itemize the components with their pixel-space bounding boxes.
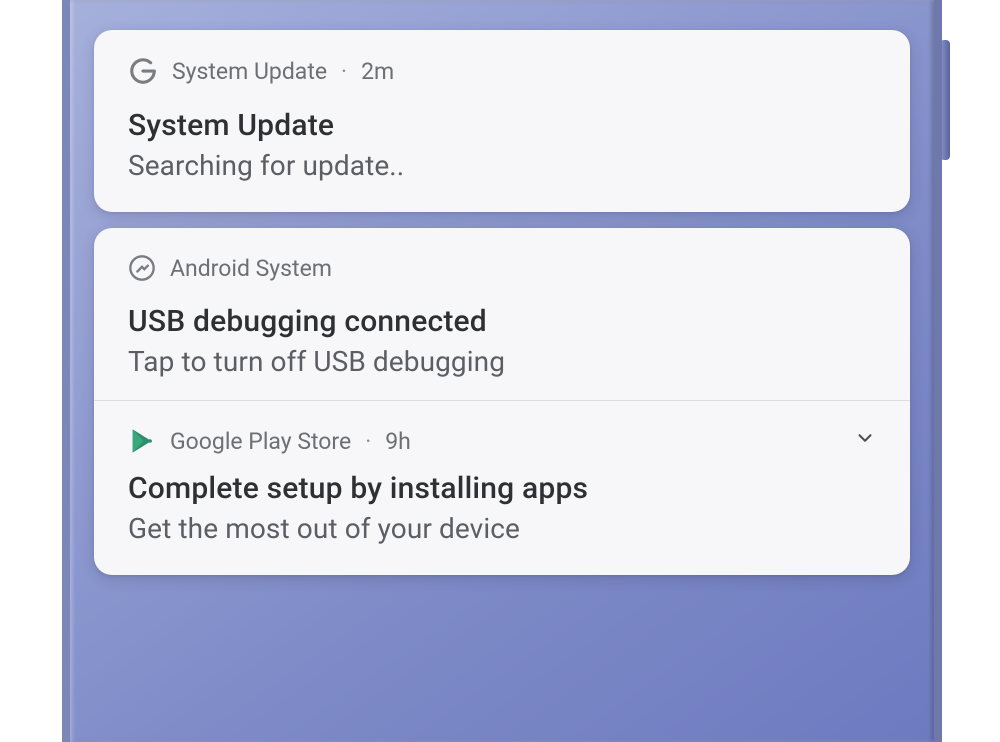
play-store-icon — [128, 427, 156, 455]
notification-card-system-update[interactable]: System Update · 2m System Update Searchi… — [94, 30, 910, 212]
notification-app-name: Android System — [170, 255, 332, 282]
notification-body: Get the most out of your device — [128, 512, 876, 545]
notification-divider — [94, 400, 910, 401]
notification-card-android-system[interactable]: Android System USB debugging connected T… — [128, 254, 876, 378]
notification-stack: System Update · 2m System Update Searchi… — [94, 30, 910, 575]
notification-app-name: System Update — [172, 58, 327, 85]
notification-header: Android System — [128, 254, 876, 282]
stage: System Update · 2m System Update Searchi… — [0, 0, 1000, 742]
notification-time: 9h — [385, 428, 411, 455]
notification-body: Searching for update.. — [128, 149, 876, 182]
notification-body: Tap to turn off USB debugging — [128, 345, 876, 378]
phone-frame: System Update · 2m System Update Searchi… — [62, 0, 942, 742]
notification-title: Complete setup by installing apps — [128, 471, 876, 506]
notification-card-group: Android System USB debugging connected T… — [94, 228, 910, 575]
separator-dot: · — [365, 428, 371, 455]
google-g-icon — [128, 56, 158, 86]
notification-title: System Update — [128, 108, 876, 143]
notification-time: 2m — [361, 58, 394, 85]
notification-card-play-store[interactable]: Google Play Store · 9h Complete setup by… — [128, 423, 876, 545]
notification-title: USB debugging connected — [128, 304, 876, 339]
notification-app-name: Google Play Store — [170, 428, 351, 455]
android-system-icon — [128, 254, 156, 282]
separator-dot: · — [341, 58, 347, 85]
notification-header: System Update · 2m — [128, 56, 876, 86]
chevron-down-icon[interactable] — [854, 427, 876, 455]
notification-header: Google Play Store · 9h — [128, 427, 876, 455]
